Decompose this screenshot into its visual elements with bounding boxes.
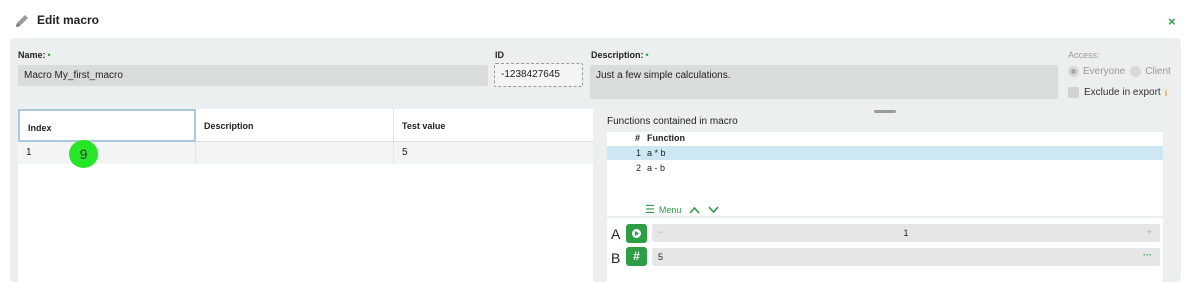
cell-index[interactable]: 1 bbox=[18, 142, 196, 164]
functions-header: Functions contained in macro bbox=[607, 116, 738, 127]
parameters-table: Index Description Test value 1 5 bbox=[18, 109, 593, 282]
function-row-name: a - b bbox=[647, 163, 666, 173]
radio-everyone[interactable] bbox=[1068, 66, 1079, 77]
play-icon bbox=[632, 229, 641, 238]
description-label: Description: • bbox=[591, 50, 649, 60]
param-b-label: B bbox=[611, 250, 621, 266]
name-input[interactable]: Macro My_first_macro bbox=[18, 65, 488, 86]
name-label: Name: • bbox=[18, 50, 51, 60]
radio-client-label: Client bbox=[1145, 66, 1171, 77]
function-row[interactable]: 1 a * b bbox=[607, 146, 1163, 160]
param-a-label: A bbox=[611, 226, 621, 242]
exclude-export-label: Exclude in export bbox=[1084, 87, 1161, 98]
radio-everyone-label: Everyone bbox=[1083, 66, 1126, 77]
splitter-handle[interactable] bbox=[874, 110, 896, 113]
function-row-num: 1 bbox=[635, 148, 641, 158]
cursor-marker: 9 bbox=[69, 140, 98, 168]
cell-description[interactable] bbox=[196, 142, 394, 164]
param-a-run-button[interactable] bbox=[626, 224, 647, 243]
pencil-icon bbox=[16, 15, 28, 27]
exclude-export-row: Exclude in export i bbox=[1068, 87, 1167, 98]
chevron-up-icon[interactable] bbox=[689, 206, 700, 214]
hash-icon: # bbox=[633, 249, 640, 263]
function-row-name: a * b bbox=[647, 148, 666, 158]
access-radio-group: Everyone Client bbox=[1068, 66, 1176, 77]
column-header-index[interactable]: Index bbox=[18, 109, 196, 142]
functions-col-num: # bbox=[635, 133, 641, 143]
column-header-description[interactable]: Description bbox=[196, 109, 394, 142]
cell-test-value[interactable]: 5 bbox=[394, 142, 593, 164]
description-input[interactable]: Just a few simple calculations. bbox=[590, 65, 1058, 99]
dialog-titlebar: Edit macro × bbox=[0, 0, 1188, 38]
dialog-title: Edit macro bbox=[37, 13, 100, 27]
functions-menu[interactable]: ☰ Menu bbox=[645, 203, 719, 216]
access-label: Access: bbox=[1068, 50, 1100, 60]
menu-label: Menu bbox=[658, 204, 682, 215]
param-a-stepper[interactable]: − 1 + bbox=[652, 224, 1160, 242]
functions-col-function: Function bbox=[647, 133, 685, 143]
param-b-type-button[interactable]: # bbox=[626, 247, 647, 266]
radio-client[interactable] bbox=[1130, 66, 1142, 77]
id-field: -1238427645 bbox=[494, 63, 583, 87]
required-marker: • bbox=[47, 50, 51, 60]
param-b-value[interactable]: 5 bbox=[658, 252, 663, 262]
info-icon[interactable]: i bbox=[1165, 88, 1168, 98]
close-button[interactable]: × bbox=[1168, 14, 1176, 29]
required-marker: • bbox=[645, 50, 649, 60]
increment-button[interactable]: + bbox=[1147, 227, 1152, 237]
chevron-down-icon[interactable] bbox=[708, 205, 719, 214]
exclude-export-checkbox[interactable] bbox=[1068, 87, 1079, 98]
id-label: ID bbox=[495, 50, 504, 60]
column-header-test-value[interactable]: Test value bbox=[394, 109, 593, 142]
param-b-field[interactable]: 5 ··· bbox=[652, 248, 1160, 266]
more-options-button[interactable]: ··· bbox=[1143, 250, 1152, 260]
function-row-num: 2 bbox=[635, 163, 641, 173]
param-a-value[interactable]: 1 bbox=[652, 228, 1160, 238]
menu-icon: ☰ bbox=[645, 204, 655, 216]
function-row[interactable]: 2 a - b bbox=[607, 161, 1163, 175]
